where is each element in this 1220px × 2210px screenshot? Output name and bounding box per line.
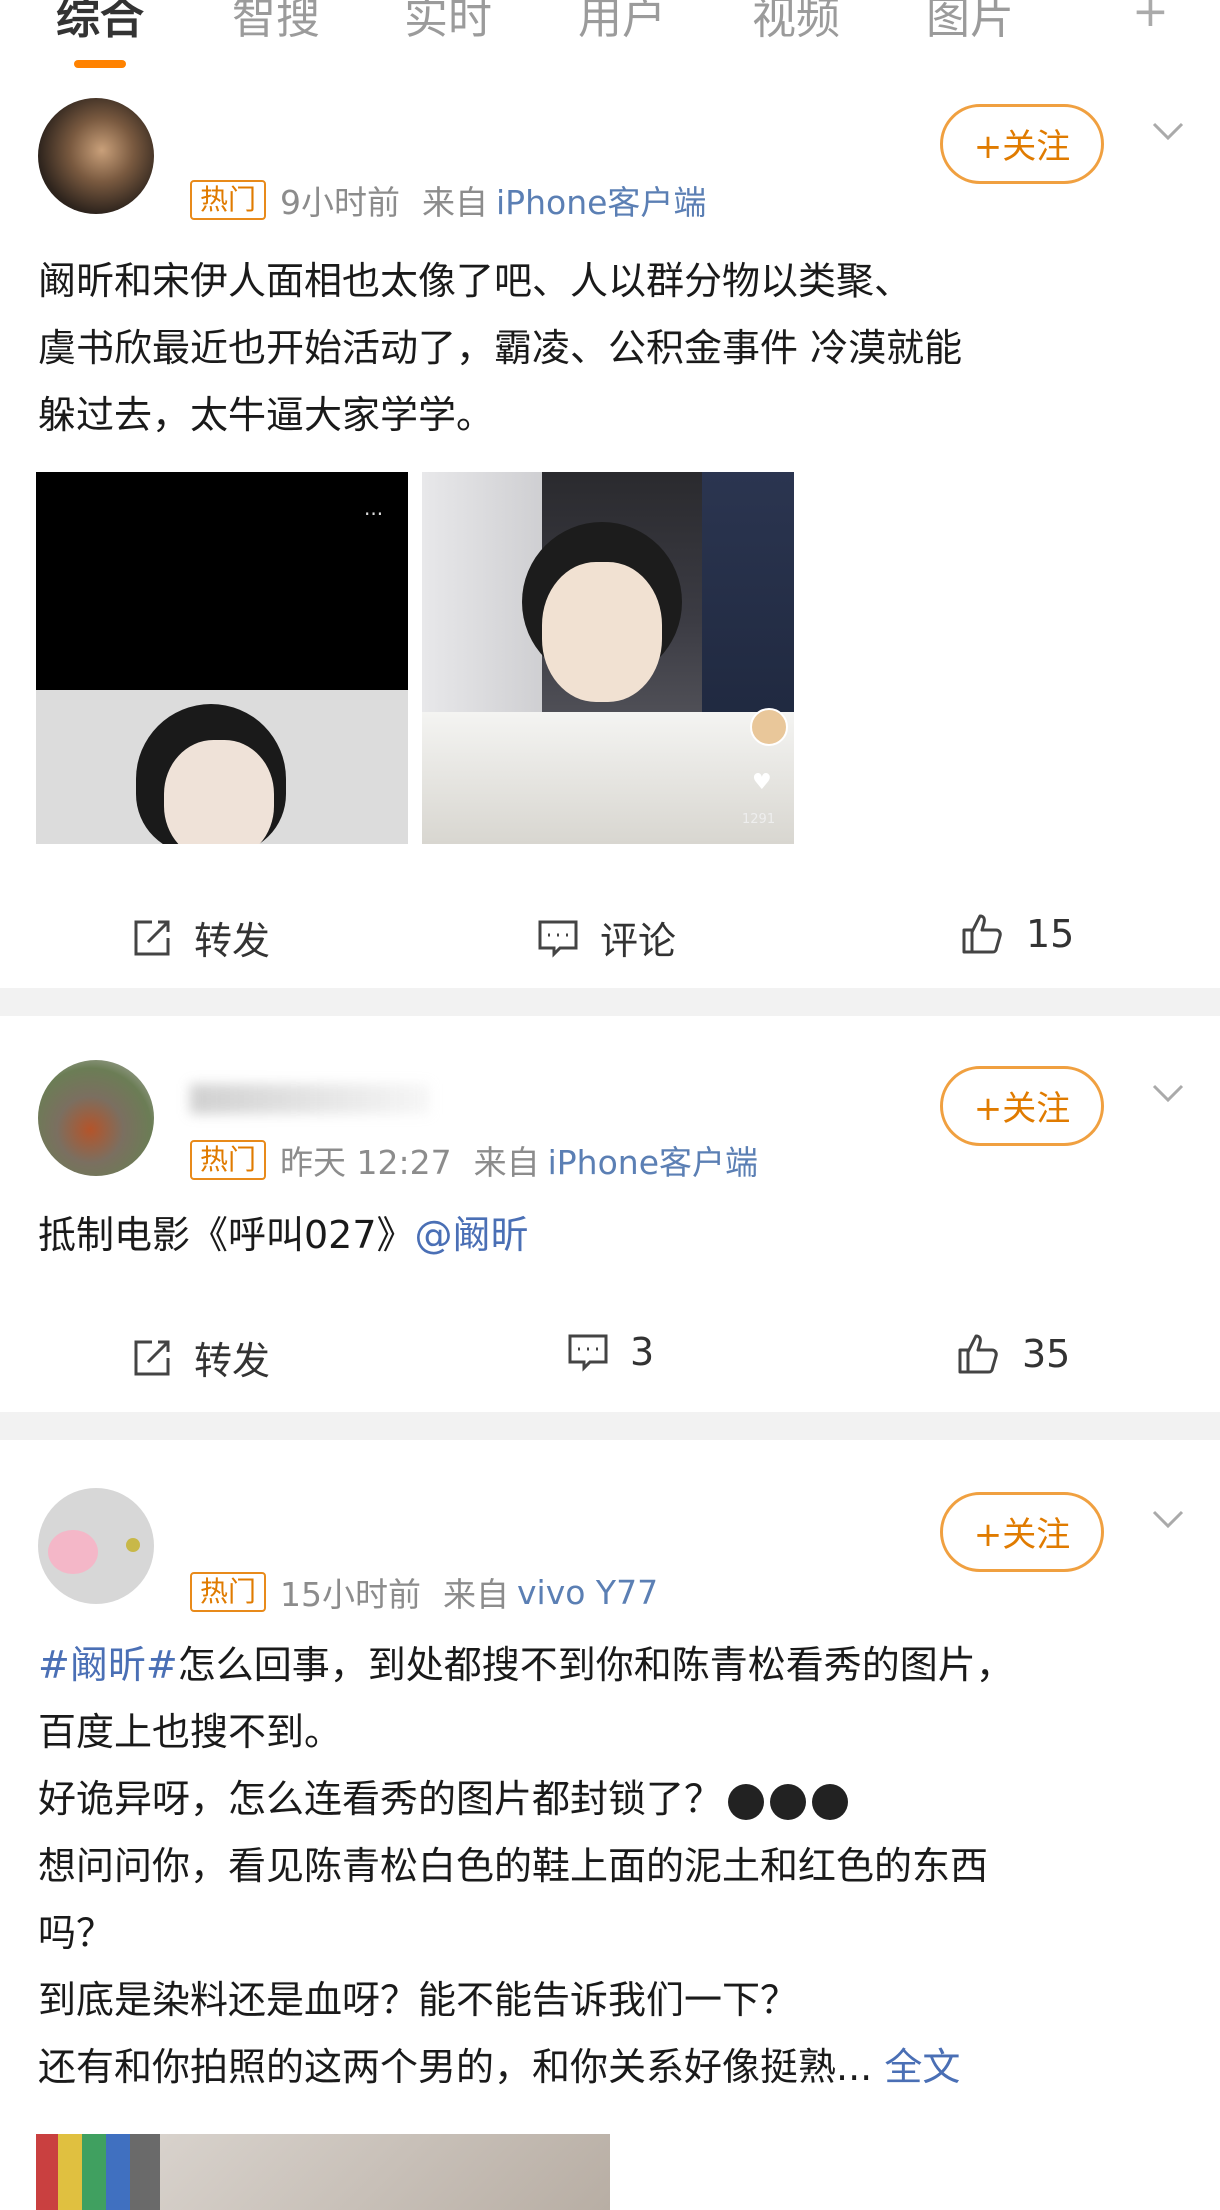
hot-badge: 热门 [190, 180, 267, 220]
full-text-link[interactable]: 全文 [884, 2045, 960, 2089]
follow-button[interactable]: +关注 [940, 1492, 1104, 1572]
comment-icon [538, 920, 578, 958]
post-card: 热门 9小时前 来自 iPhone客户端 +关注 阚昕和宋伊人面相也太像了吧、人以群分… [0, 70, 1220, 988]
tab-comprehensive[interactable]: 综合 [56, 0, 144, 46]
avatar[interactable] [38, 1488, 154, 1604]
chevron-down-icon[interactable] [1150, 112, 1186, 148]
post-text: #阚昕#怎么回事，到处都搜不到你和陈青松看秀的图片， 百度上也搜不到。 好诡异呀… [38, 1632, 1188, 2101]
repost-icon [134, 1340, 170, 1375]
post-text-line: 阚昕和宋伊人面相也太像了吧、人以群分物以类聚、 [38, 259, 913, 303]
username-redacted [190, 1084, 430, 1114]
comment-button[interactable]: 3 [566, 1330, 654, 1374]
post-time: 昨天 12:27 [280, 1143, 452, 1182]
search-tab-bar: 综合 智搜 实时 用户 视频 图片 + [0, 0, 1220, 70]
repost-icon [134, 920, 170, 955]
post-text-line: 怎么回事，到处都搜不到你和陈青松看秀的图片， [177, 1643, 1014, 1687]
source-label: 来自 [422, 183, 489, 222]
source-label: 来自 [443, 1575, 510, 1614]
post-text-line: 想问问你，看见陈青松白色的鞋上面的泥土和红色的东西 [38, 1844, 989, 1888]
hot-badge: 热门 [190, 1140, 267, 1180]
source-device[interactable]: vivo Y77 [517, 1573, 658, 1612]
post-meta: 热门 15小时前 来自 vivo Y77 [190, 1568, 658, 1616]
post-image[interactable]: ♥ 1291 [422, 472, 794, 844]
image-like-count: 1291 [742, 812, 776, 827]
action-bar: 转发 评论 15 [0, 910, 1220, 970]
avatar[interactable] [38, 98, 154, 214]
active-tab-indicator [74, 60, 126, 68]
post-text-line: 躲过去，太牛逼大家学学。 [38, 393, 495, 437]
post-text-line: 吗？ [38, 1911, 115, 1955]
post-time: 15小时前 [280, 1575, 422, 1614]
comment-count: 3 [630, 1330, 655, 1374]
tab-realtime[interactable]: 实时 [404, 0, 492, 46]
post-image[interactable]: ··· [36, 472, 408, 844]
post-image[interactable] [36, 2134, 610, 2210]
post-text-line: 还有和你拍照的这两个男的，和你关系好像挺熟... [38, 2045, 873, 2089]
thumbs-up-icon [962, 914, 1002, 954]
comment-label: 评论 [600, 919, 677, 963]
post-meta: 热门 昨天 12:27 来自 iPhone客户端 [190, 1136, 758, 1184]
chevron-down-icon[interactable] [1150, 1500, 1186, 1536]
like-button[interactable]: 15 [958, 910, 1074, 958]
post-text: 阚昕和宋伊人面相也太像了吧、人以群分物以类聚、 虞书欣最近也开始活动了，霸凌、公… [38, 248, 1188, 449]
more-icon: ··· [364, 502, 384, 526]
avatar[interactable] [38, 1060, 154, 1176]
chevron-down-icon[interactable] [1150, 1074, 1186, 1110]
crying-emoji-icon [812, 1783, 849, 1820]
like-count: 15 [1026, 912, 1075, 956]
thumbs-up-icon [958, 1334, 998, 1374]
heart-icon: ♥ [752, 770, 772, 795]
like-button[interactable]: 35 [954, 1330, 1070, 1378]
post-card: 热门 昨天 12:27 来自 iPhone客户端 +关注 抵制电影《呼叫027》@阚昕… [0, 1016, 1220, 1412]
repost-button[interactable]: 转发 [130, 910, 270, 965]
post-meta: 热门 9小时前 来自 iPhone客户端 [190, 176, 706, 224]
post-time: 9小时前 [280, 183, 401, 222]
mention-link[interactable]: @阚昕 [415, 1213, 529, 1257]
crying-emoji-icon [728, 1783, 765, 1820]
comment-icon [568, 1334, 608, 1372]
repost-button[interactable]: 转发 [130, 1330, 270, 1385]
tab-fade [1080, 0, 1130, 50]
tab-smart-search[interactable]: 智搜 [232, 0, 320, 46]
comment-button[interactable]: 评论 [536, 910, 676, 965]
hot-badge: 热门 [190, 1572, 267, 1612]
follow-button[interactable]: +关注 [940, 1066, 1104, 1146]
post-text-line: 到底是染料还是血呀？能不能告诉我们一下？ [38, 1978, 799, 2022]
repost-label: 转发 [194, 919, 271, 963]
post-text-line: 百度上也搜不到。 [38, 1710, 343, 1754]
tab-images[interactable]: 图片 [926, 0, 1014, 46]
tab-more-icon[interactable]: + [1132, 0, 1169, 37]
crying-emoji-icon [770, 1783, 807, 1820]
hashtag-link[interactable]: #阚昕# [38, 1643, 178, 1687]
post-text-line: 虞书欣最近也开始活动了，霸凌、公积金事件 冷漠就能 [38, 326, 963, 370]
post-text-plain: 抵制电影《呼叫027》 [38, 1213, 415, 1257]
follow-button[interactable]: +关注 [940, 104, 1104, 184]
post-text-line: 好诡异呀，怎么连看秀的图片都封锁了？ [38, 1777, 723, 1821]
post-text: 抵制电影《呼叫027》@阚昕 [38, 1202, 1188, 1269]
tab-video[interactable]: 视频 [752, 0, 840, 46]
source-label: 来自 [473, 1143, 540, 1182]
like-count: 35 [1022, 1332, 1071, 1376]
action-bar: 转发 3 35 [0, 1330, 1220, 1390]
tab-users[interactable]: 用户 [578, 0, 666, 46]
source-device[interactable]: iPhone客户端 [548, 1143, 758, 1182]
repost-label: 转发 [194, 1339, 271, 1383]
source-device[interactable]: iPhone客户端 [496, 183, 706, 222]
post-card: 热门 15小时前 来自 vivo Y77 +关注 #阚昕#怎么回事，到处都搜不到你和陈… [0, 1440, 1220, 2210]
